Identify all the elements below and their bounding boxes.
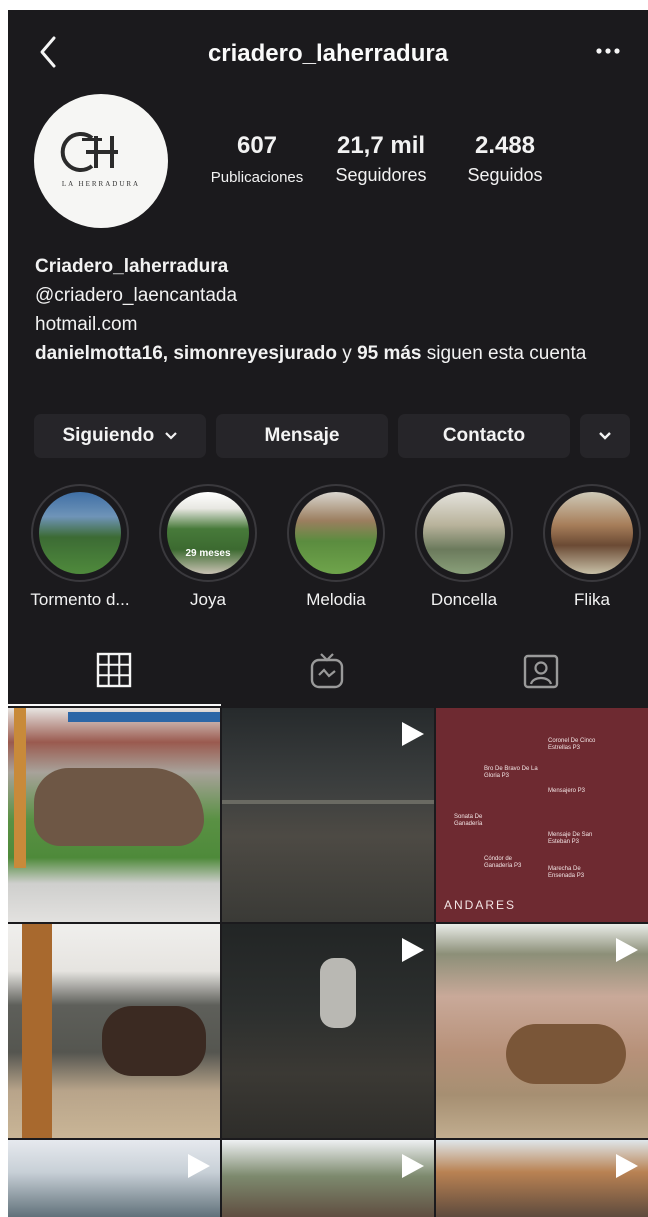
post-thumbnail[interactable]: [8, 924, 220, 1138]
following-button-label: Siguiendo: [62, 425, 155, 446]
video-play-icon: [402, 938, 424, 962]
avatar-brand-text: LA HERRADURA: [61, 180, 141, 188]
stat-followers[interactable]: 21,7 mil Seguidores: [320, 132, 442, 186]
post-thumbnail[interactable]: [222, 924, 434, 1138]
highlight-cover: [295, 492, 377, 574]
post-horse-shape: [506, 1024, 626, 1084]
post-wooden-post: [14, 708, 26, 868]
highlight-ring: [31, 484, 129, 582]
grid-icon: [96, 652, 132, 688]
stat-following[interactable]: 2.488 Seguidos: [446, 132, 564, 186]
video-play-icon: [616, 938, 638, 962]
video-play-icon: [616, 1154, 638, 1178]
graphic-tag: Marecha De Ensenada P3: [548, 866, 585, 879]
chevron-down-icon: [599, 432, 611, 440]
graphic-tag: Bro De Bravo De La Gloria P3: [484, 766, 538, 779]
tagged-person-icon: [523, 654, 559, 689]
post-graphic[interactable]: Bro De Bravo De La Gloria P3 Coronel De …: [436, 708, 648, 922]
highlight-cover: [39, 492, 121, 574]
active-tab-indicator: [8, 704, 221, 706]
stat-followers-label: Seguidores: [335, 165, 427, 185]
stat-posts-value: 607: [236, 132, 278, 159]
followed-by-users: danielmotta16, simonreyesjurado: [35, 343, 337, 364]
post-thumbnail[interactable]: [8, 1140, 220, 1217]
stat-following-value: 2.488: [474, 132, 536, 159]
chevron-down-small-icon: [164, 432, 177, 440]
contact-button[interactable]: Contacto: [398, 414, 570, 458]
video-play-icon: [402, 1154, 424, 1178]
stat-posts[interactable]: 607 Publicaciones: [194, 132, 320, 189]
more-options-button[interactable]: [590, 36, 626, 66]
graphic-tag: Mensajero P3: [548, 788, 586, 794]
highlight-label: Melodia: [306, 590, 366, 609]
post-thumbnail[interactable]: [222, 1140, 434, 1217]
video-play-icon: [188, 1154, 210, 1178]
post-thumbnail[interactable]: [222, 708, 434, 922]
highlight-joya[interactable]: 29 meses Joya: [152, 484, 264, 610]
highlight-ring: [543, 484, 641, 582]
highlight-cover: [551, 492, 633, 574]
highlight-melodia[interactable]: Melodia: [280, 484, 392, 610]
followed-by-suffix: siguen esta cuenta: [421, 343, 587, 364]
profile-email: hotmail.com: [35, 314, 138, 335]
highlight-flika[interactable]: Flika: [536, 484, 648, 610]
highlight-tormento[interactable]: Tormento d...: [24, 484, 136, 610]
stat-followers-value: 21,7 mil: [336, 132, 426, 159]
igtv-icon: [310, 653, 344, 689]
stat-following-label: Seguidos: [467, 165, 543, 185]
tab-grid[interactable]: [8, 638, 221, 706]
followed-by-joiner: y: [337, 343, 358, 364]
highlight-doncella[interactable]: Doncella: [408, 484, 520, 610]
more-horizontal-icon: [596, 48, 620, 54]
highlight-ring: 29 meses: [159, 484, 257, 582]
post-horse-shape: [34, 768, 204, 846]
profile-tabs: [8, 638, 648, 706]
suggested-accounts-button[interactable]: [580, 414, 630, 458]
following-button[interactable]: Siguiendo: [34, 414, 206, 458]
graphic-footer: ANDARES: [444, 898, 517, 912]
post-thumbnail[interactable]: [436, 924, 648, 1138]
highlight-label: Doncella: [430, 590, 498, 609]
profile-bio: Criadero_laherradura @criadero_laencanta…: [35, 252, 625, 368]
highlight-cover: [423, 492, 505, 574]
tab-tagged[interactable]: [434, 638, 647, 706]
video-play-icon: [402, 722, 424, 746]
post-fence: [222, 800, 434, 804]
post-thumbnail[interactable]: [436, 1140, 648, 1217]
followed-by-text[interactable]: danielmotta16, simonreyesjurado y 95 más…: [35, 339, 625, 368]
profile-name: Criadero_laherradura: [35, 256, 229, 277]
avatar[interactable]: LA HERRADURA: [34, 94, 168, 228]
post-wooden-post: [22, 924, 52, 1138]
stat-posts-label: Publicaciones: [210, 169, 304, 186]
logo-icon: [60, 132, 118, 172]
top-bar: criadero_laherradura: [8, 10, 648, 94]
post-thumbnail[interactable]: [8, 708, 220, 922]
highlight-overlay-text: 29 meses: [185, 548, 231, 559]
highlight-ring: [415, 484, 513, 582]
post-horse-shape: [102, 1006, 206, 1076]
profile-screen: criadero_laherradura LA HERRADURA 607 Pu…: [8, 10, 648, 1217]
highlight-ring: [287, 484, 385, 582]
graphic-tag: Sonata De Ganadería: [454, 814, 483, 827]
highlight-label: Tormento d...: [30, 590, 130, 609]
tab-igtv[interactable]: [221, 638, 434, 706]
graphic-tag: Coronel De Cinco Estrellas P3: [548, 738, 596, 751]
followed-by-count: 95 más: [357, 343, 422, 364]
graphic-tag: Cóndor de Ganadería P3: [484, 856, 522, 869]
highlight-label: Joya: [190, 590, 226, 609]
highlight-cover: 29 meses: [167, 492, 249, 574]
profile-handle[interactable]: @criadero_laencantada: [35, 281, 625, 310]
post-blue-beam: [68, 712, 220, 722]
graphic-tag: Mensaje De San Esteban P3: [548, 832, 593, 845]
highlight-label: Flika: [574, 590, 610, 609]
message-button[interactable]: Mensaje: [216, 414, 388, 458]
page-title: criadero_laherradura: [207, 40, 449, 67]
post-rider-shape: [320, 958, 356, 1028]
